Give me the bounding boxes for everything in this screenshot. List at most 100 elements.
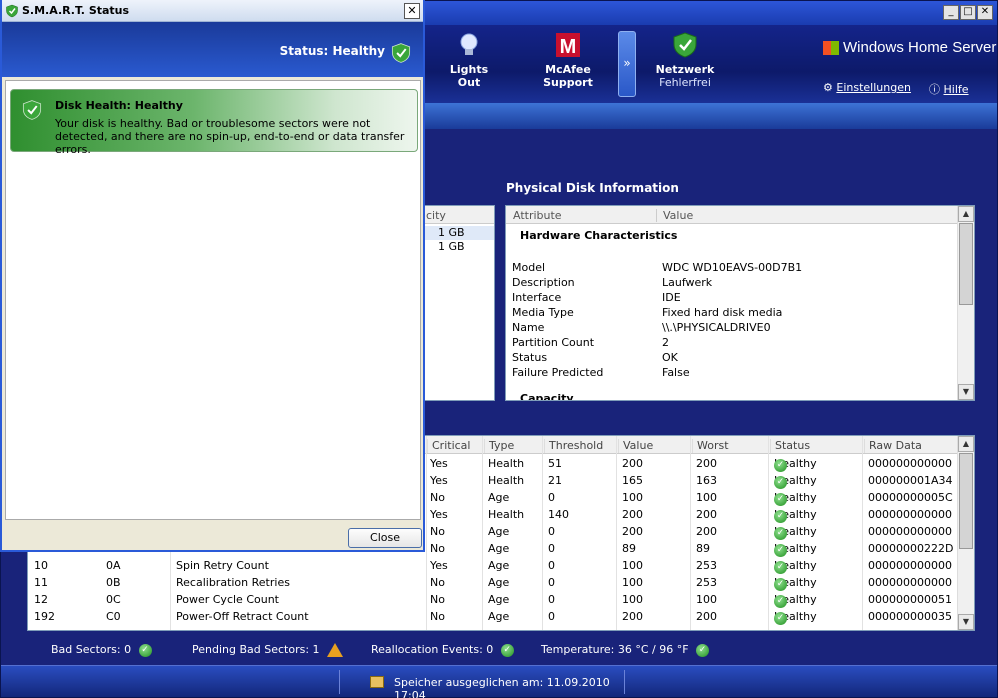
attribute-status: ✓ Healthy <box>774 559 817 574</box>
properties-scrollbar[interactable]: ▲ ▼ <box>957 206 974 400</box>
attribute-raw: 000000000000 <box>868 457 952 470</box>
mcafee-label-2: Support <box>543 76 593 89</box>
property-row[interactable]: Status OK <box>512 351 952 366</box>
check-icon: ✓ <box>500 643 514 657</box>
col-type[interactable]: Type <box>484 439 514 453</box>
attributes-scrollbar[interactable]: ▲ ▼ <box>957 436 974 630</box>
close-window-button[interactable]: ✕ <box>977 5 993 20</box>
attribute-critical: No <box>430 610 445 623</box>
attribute-row[interactable]: 192 C0 Power-Off Retract Count No Age 0 200 200… <box>28 608 958 625</box>
property-row[interactable]: Name \\.\PHYSICALDRIVE0 <box>512 321 952 336</box>
attribute-hex: 0C <box>106 593 121 606</box>
check-icon: ✓ <box>774 493 787 506</box>
dialog-body: Disk Health: Healthy Your disk is health… <box>5 80 421 520</box>
help-link[interactable]: ⓘ Hilfe <box>929 81 969 97</box>
attribute-type: Age <box>488 491 510 504</box>
toolbar-chevron-button[interactable]: » <box>618 31 636 97</box>
property-value: \\.\PHYSICALDRIVE0 <box>662 321 771 334</box>
attribute-name: Recalibration Retries <box>176 576 290 589</box>
scroll-thumb[interactable] <box>959 453 973 549</box>
dialog-status-text: Status: Healthy <box>279 44 385 58</box>
property-value: Laufwerk <box>662 276 713 289</box>
disk-list-row[interactable]: 1 GB <box>422 226 494 240</box>
col-status[interactable]: Status <box>770 439 810 453</box>
attribute-critical: Yes <box>430 474 448 487</box>
attribute-name: Spin Retry Count <box>176 559 269 572</box>
attribute-hex: C0 <box>106 610 121 623</box>
attribute-threshold: 21 <box>548 474 562 487</box>
attribute-type: Age <box>488 610 510 623</box>
attribute-status: ✓ Healthy <box>774 457 817 472</box>
network-status-button[interactable]: Netzwerk Fehlerfrei <box>653 31 717 89</box>
attribute-name: Power-Off Retract Count <box>176 610 309 623</box>
scroll-down-button[interactable]: ▼ <box>958 614 974 630</box>
attribute-status: ✓ Healthy <box>774 576 817 591</box>
section-capacity: Capacity <box>520 392 574 401</box>
property-row[interactable]: Model WDC WD10EAVS-00D7B1 <box>512 261 952 276</box>
property-attribute: Failure Predicted <box>512 366 604 379</box>
scroll-up-button[interactable]: ▲ <box>958 436 974 452</box>
temperature-status: Temperature: 36 °C / 96 °F ✓ <box>541 643 713 657</box>
col-worst[interactable]: Worst <box>692 439 729 453</box>
attribute-type: Health <box>488 474 525 487</box>
lights-out-label-1: Lights <box>449 63 489 76</box>
attribute-critical: No <box>430 491 445 504</box>
attribute-row[interactable]: 10 0A Spin Retry Count Yes Age 0 100 253 ✓ Health… <box>28 557 958 574</box>
attribute-row[interactable]: 11 0B Recalibration Retries No Age 0 100 253 ✓ He… <box>28 574 958 591</box>
attribute-status: ✓ Healthy <box>774 474 817 489</box>
attribute-row[interactable]: 12 0C Power Cycle Count No Age 0 100 100 ✓ Health… <box>28 591 958 608</box>
property-attribute: Model <box>512 261 546 274</box>
disk-list-header[interactable]: city <box>422 206 494 224</box>
col-critical[interactable]: Critical <box>427 439 470 453</box>
attribute-value: 100 <box>622 559 643 572</box>
dialog-status-header: Status: Healthy <box>2 22 423 77</box>
attribute-threshold: 0 <box>548 576 555 589</box>
reallocation-label: Reallocation Events: 0 <box>371 643 494 656</box>
attribute-id: 12 <box>34 593 48 606</box>
attribute-raw: 000000000000 <box>868 508 952 521</box>
attribute-status: ✓ Healthy <box>774 593 817 608</box>
disk-list[interactable]: city 1 GB 1 GB <box>421 205 495 401</box>
attribute-worst: 253 <box>696 559 717 572</box>
property-row[interactable]: Media Type Fixed hard disk media <box>512 306 952 321</box>
maximize-button[interactable]: □ <box>960 5 976 20</box>
dialog-close-icon[interactable]: ✕ <box>404 3 420 19</box>
col-value[interactable]: Value <box>618 439 653 453</box>
disk-list-row[interactable]: 1 GB <box>422 240 494 254</box>
scroll-down-button[interactable]: ▼ <box>958 384 974 400</box>
bottom-status-bar: Speicher ausgeglichen am: 11.09.2010 17:… <box>1 665 997 698</box>
property-row[interactable]: Interface IDE <box>512 291 952 306</box>
attribute-type: Health <box>488 457 525 470</box>
scroll-thumb[interactable] <box>959 223 973 305</box>
attribute-worst: 200 <box>696 457 717 470</box>
property-row[interactable]: Failure Predicted False <box>512 366 952 381</box>
attribute-threshold: 51 <box>548 457 562 470</box>
disk-health-description: Your disk is healthy. Bad or troublesome… <box>55 117 405 156</box>
dialog-titlebar[interactable]: S.M.A.R.T. Status ✕ <box>2 0 423 22</box>
attribute-worst: 100 <box>696 593 717 606</box>
property-row[interactable]: Description Laufwerk <box>512 276 952 291</box>
attribute-hex: 0B <box>106 576 121 589</box>
attribute-status: ✓ Healthy <box>774 525 817 540</box>
col-threshold[interactable]: Threshold <box>544 439 603 453</box>
windows-flag-icon <box>823 41 839 56</box>
disk-health-card: Disk Health: Healthy Your disk is health… <box>10 89 418 156</box>
attribute-status: ✓ Healthy <box>774 610 817 625</box>
col-raw-data[interactable]: Raw Data <box>864 439 922 453</box>
scroll-up-button[interactable]: ▲ <box>958 206 974 222</box>
minimize-button[interactable]: _ <box>943 5 959 20</box>
attribute-id: 192 <box>34 610 55 623</box>
close-button[interactable]: Close <box>348 528 422 548</box>
col-attribute[interactable]: Attribute <box>513 209 562 222</box>
check-icon: ✓ <box>774 578 787 591</box>
col-value[interactable]: Value <box>656 209 693 222</box>
check-icon: ✓ <box>774 459 787 472</box>
property-row[interactable]: Partition Count 2 <box>512 336 952 351</box>
lights-out-button[interactable]: Lights Out <box>447 31 491 89</box>
smart-summary-bar: Bad Sectors: 0 ✓ Pending Bad Sectors: 1 … <box>27 637 975 663</box>
mcafee-support-button[interactable]: M McAfee Support <box>541 31 595 89</box>
property-value: Fixed hard disk media <box>662 306 783 319</box>
settings-link[interactable]: ⚙ Einstellungen <box>823 81 911 94</box>
property-value: IDE <box>662 291 681 304</box>
storage-balanced-text: Speicher ausgeglichen am: 11.09.2010 17:… <box>394 676 610 698</box>
